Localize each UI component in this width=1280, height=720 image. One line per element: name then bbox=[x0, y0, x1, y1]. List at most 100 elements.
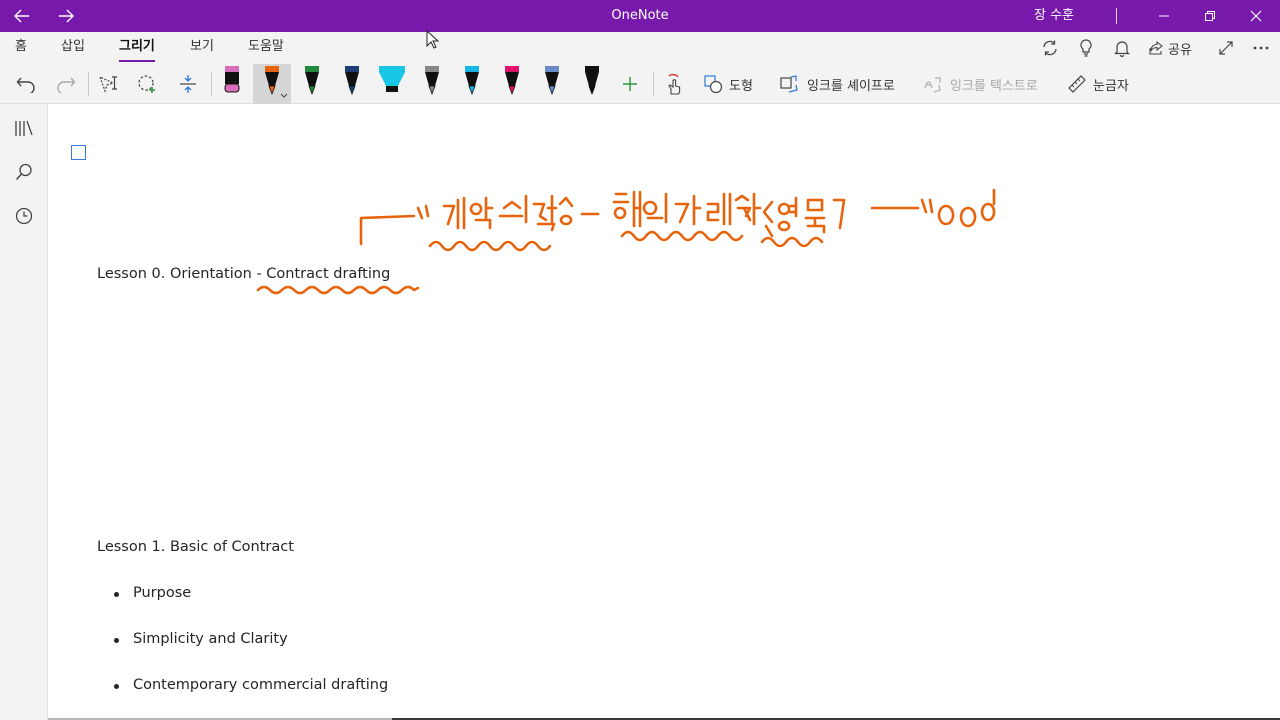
title-bar: OneNote 장 수훈 bbox=[0, 0, 1280, 32]
notifications-button[interactable] bbox=[1108, 36, 1136, 60]
clock-icon bbox=[15, 207, 33, 225]
search-button[interactable] bbox=[10, 158, 38, 186]
ruler-label: 눈금자 bbox=[1093, 78, 1129, 94]
ink-underline bbox=[256, 285, 420, 295]
list-item: Simplicity and Clarity bbox=[133, 631, 288, 647]
list-item: Contemporary commercial drafting bbox=[133, 677, 389, 693]
pen-icon bbox=[505, 66, 519, 96]
fullscreen-button[interactable] bbox=[1212, 36, 1240, 60]
pen-9[interactable] bbox=[533, 64, 571, 104]
left-navigation bbox=[0, 104, 48, 720]
share-icon bbox=[1149, 40, 1163, 55]
pen-10[interactable] bbox=[573, 64, 611, 104]
close-icon bbox=[1250, 10, 1262, 22]
search-icon bbox=[15, 163, 32, 180]
titlebar-divider bbox=[1116, 8, 1117, 24]
arrow-right-icon bbox=[59, 9, 74, 23]
add-pen-button[interactable] bbox=[616, 68, 644, 100]
shapes-label: 도형 bbox=[729, 78, 753, 94]
forward-button[interactable] bbox=[44, 0, 88, 32]
pen-icon bbox=[265, 66, 288, 98]
back-button[interactable] bbox=[0, 0, 44, 32]
minimize-button[interactable] bbox=[1141, 0, 1187, 32]
bell-icon bbox=[1114, 41, 1130, 57]
pen-4[interactable] bbox=[333, 64, 371, 104]
shapes-icon bbox=[704, 75, 723, 94]
pen-7[interactable] bbox=[453, 64, 491, 104]
sync-button[interactable] bbox=[1036, 36, 1064, 60]
ink-to-text-button: 잉크를 텍스트로 bbox=[922, 68, 1038, 100]
lesson0-line: Lesson 0. Orientation - Contract draftin… bbox=[97, 266, 390, 282]
draw-toolbar: 도형 잉크를 셰이프로 잉크를 텍스트로 눈금자 bbox=[0, 64, 1280, 104]
pen-8[interactable] bbox=[493, 64, 531, 104]
plus-icon bbox=[623, 77, 637, 91]
redo-button[interactable] bbox=[52, 68, 80, 100]
pen-3[interactable] bbox=[293, 64, 331, 104]
ribbon-tabs: 홈 삽입 그리기 보기 도움말 공유 bbox=[0, 32, 1280, 64]
notebooks-button[interactable] bbox=[10, 114, 38, 142]
close-button[interactable] bbox=[1233, 0, 1279, 32]
tab-insert[interactable]: 삽입 bbox=[61, 32, 85, 64]
undo-icon bbox=[16, 77, 35, 93]
recent-notes-button[interactable] bbox=[10, 202, 38, 230]
pen-icon bbox=[465, 66, 479, 96]
ink-to-text-label: 잉크를 텍스트로 bbox=[950, 78, 1038, 94]
user-name[interactable]: 장 수훈 bbox=[1010, 0, 1098, 32]
lesson1-title: Lesson 1. Basic of Contract bbox=[97, 539, 294, 555]
ink-to-shape-label: 잉크를 셰이프로 bbox=[807, 78, 895, 94]
pen-2[interactable] bbox=[253, 64, 291, 104]
ink-to-text-icon bbox=[924, 77, 941, 93]
bullet-marker bbox=[114, 592, 119, 597]
share-label: 공유 bbox=[1168, 42, 1192, 58]
list-item: Purpose bbox=[133, 585, 192, 601]
shapes-button[interactable]: 도형 bbox=[703, 68, 753, 100]
ink-underline bbox=[620, 230, 744, 242]
ink-underline bbox=[760, 236, 824, 248]
ink-to-shape-button[interactable]: 잉크를 셰이프로 bbox=[779, 68, 895, 100]
tell-me-button[interactable] bbox=[1072, 36, 1100, 60]
toolbar-divider bbox=[88, 72, 89, 96]
redo-icon bbox=[57, 77, 76, 93]
insert-space-icon bbox=[180, 75, 196, 93]
page-title-checkbox[interactable] bbox=[71, 145, 86, 160]
more-options-button[interactable] bbox=[1247, 36, 1275, 60]
mouse-pointer-icon bbox=[426, 30, 440, 49]
pen-icon bbox=[345, 66, 359, 96]
lasso-select-button[interactable] bbox=[134, 68, 162, 100]
add-space-button[interactable] bbox=[174, 68, 202, 100]
pen-5[interactable] bbox=[373, 64, 411, 104]
library-icon bbox=[15, 120, 33, 136]
arrow-left-icon bbox=[14, 9, 29, 23]
restore-button[interactable] bbox=[1187, 0, 1233, 32]
pen-6[interactable] bbox=[413, 64, 451, 104]
tab-draw[interactable]: 그리기 bbox=[119, 32, 155, 64]
bullet-marker bbox=[114, 684, 119, 689]
ink-handwriting bbox=[256, 188, 996, 295]
tab-help[interactable]: 도움말 bbox=[248, 32, 284, 64]
toolbar-divider bbox=[211, 72, 212, 96]
select-text-icon bbox=[98, 75, 117, 93]
ruler-button[interactable]: 눈금자 bbox=[1067, 68, 1129, 100]
undo-button[interactable] bbox=[12, 68, 40, 100]
touch-draw-icon bbox=[668, 73, 681, 95]
pen-icon bbox=[425, 66, 439, 96]
type-select-button[interactable] bbox=[94, 68, 122, 100]
note-canvas[interactable]: Lesson 0. Orientation - Contract draftin… bbox=[48, 104, 1280, 720]
lesson0-suffix: - Contract drafting bbox=[256, 266, 391, 282]
share-button[interactable]: 공유 bbox=[1148, 36, 1192, 60]
ink-to-shape-icon bbox=[780, 75, 798, 93]
lasso-icon bbox=[138, 75, 155, 93]
lesson0-prefix: Lesson 0. Orientation bbox=[97, 266, 257, 282]
ink-arrow-start bbox=[359, 214, 416, 246]
touch-drawing-button[interactable] bbox=[660, 68, 688, 100]
expand-icon bbox=[1219, 41, 1233, 55]
pen-icon bbox=[585, 66, 599, 96]
restore-icon bbox=[1205, 11, 1215, 21]
bullet-marker bbox=[114, 638, 119, 643]
tab-home[interactable]: 홈 bbox=[15, 32, 27, 64]
pen-icon bbox=[305, 66, 319, 96]
tab-view[interactable]: 보기 bbox=[190, 32, 214, 64]
highlighter-icon bbox=[224, 66, 240, 93]
pen-icon bbox=[545, 66, 559, 96]
highlighter-pen[interactable] bbox=[213, 64, 251, 104]
